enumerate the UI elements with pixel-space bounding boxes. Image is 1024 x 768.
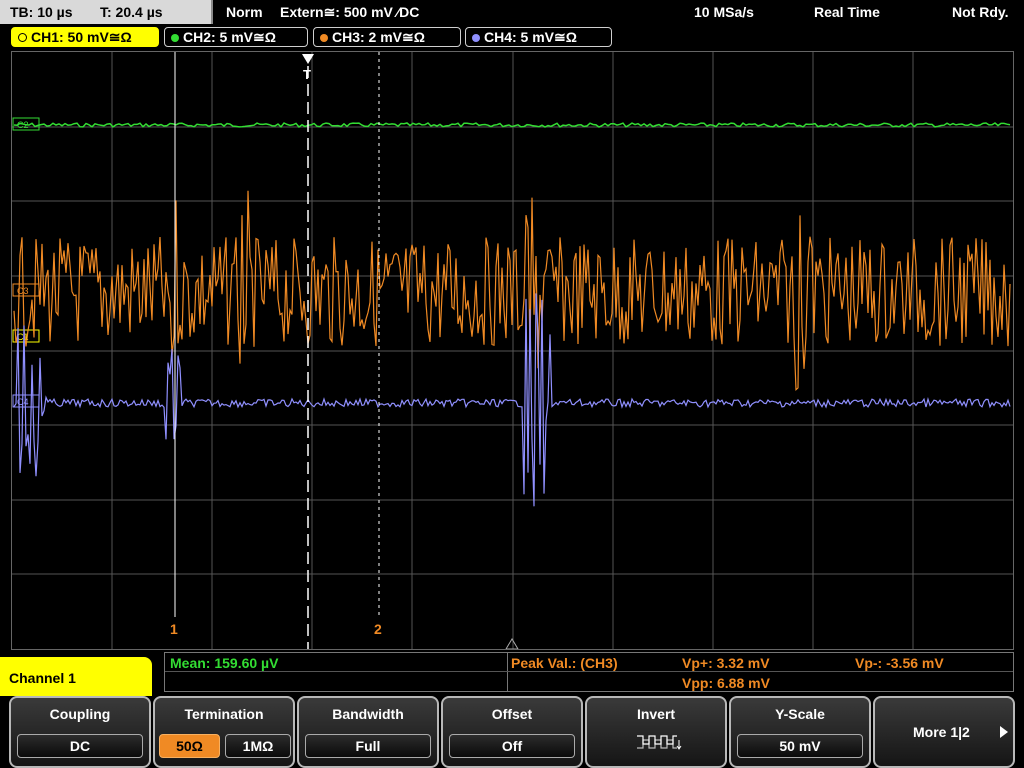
y-scale-softkey[interactable]: Y-Scale 50 mV xyxy=(729,696,871,768)
tab-channel-2[interactable]: CH2: 5 mV≅Ω xyxy=(164,27,308,47)
ch2-dot-icon xyxy=(171,34,179,42)
vp-plus-measurement: Vp+: 3.32 mV xyxy=(682,655,770,671)
bandwidth-softkey[interactable]: Bandwidth Full xyxy=(297,696,439,768)
vpp-measurement: Vpp: 6.88 mV xyxy=(682,675,770,691)
ch3-trace xyxy=(13,190,1011,392)
trigger-time-value: T: 20.4 µs xyxy=(100,4,163,20)
more-arrow-icon xyxy=(1000,726,1008,738)
cursor-1-label: 1 xyxy=(170,621,178,637)
more-title: More 1|2 xyxy=(913,724,970,740)
offset-title: Offset xyxy=(491,706,533,722)
tab-channel-4[interactable]: CH4: 5 mV≅Ω xyxy=(465,27,612,47)
acquisition-mode: Real Time xyxy=(814,4,880,20)
trigger-marker-label: T xyxy=(303,67,311,82)
bandwidth-title: Bandwidth xyxy=(332,706,404,722)
coupling-title: Coupling xyxy=(49,706,111,722)
bandwidth-value[interactable]: Full xyxy=(305,734,431,758)
graticule xyxy=(12,52,1013,649)
ch4-marker: C4 xyxy=(12,394,40,408)
tab-channel-3[interactable]: CH3: 2 mV≅Ω xyxy=(313,27,461,47)
vp-minus-measurement: Vp-: -3.56 mV xyxy=(855,655,944,671)
termination-50ohm-option[interactable]: 50Ω xyxy=(159,734,220,758)
sample-rate: 10 MSa/s xyxy=(694,4,754,20)
ch4-trace xyxy=(13,293,1011,507)
y-scale-title: Y-Scale xyxy=(775,706,825,722)
ch1-tab-label: CH1: 50 mV≅Ω xyxy=(31,29,132,45)
horizontal-center-icon xyxy=(505,638,519,649)
ch1-dot-icon xyxy=(18,33,27,42)
offset-value[interactable]: Off xyxy=(449,734,575,758)
coupling-value[interactable]: DC xyxy=(17,734,143,758)
ch2-trace xyxy=(13,122,1011,129)
termination-1mohm-option[interactable]: 1MΩ xyxy=(225,734,291,758)
ch4-tab-label: CH4: 5 mV≅Ω xyxy=(484,29,577,45)
tab-channel-1[interactable]: CH1: 50 mV≅Ω xyxy=(11,27,159,47)
ch3-tab-label: CH3: 2 mV≅Ω xyxy=(332,29,425,45)
cursor-2-label: 2 xyxy=(374,621,382,637)
waveform-svg: C1 C2 C3 C4 1 2 T xyxy=(12,52,1013,649)
ch3-dot-icon xyxy=(320,34,328,42)
softkey-bar: Coupling DC Termination 50Ω 1MΩ Bandwidt… xyxy=(0,696,1024,768)
coupling-softkey[interactable]: Coupling DC xyxy=(9,696,151,768)
trigger-mode[interactable]: Norm xyxy=(226,0,263,24)
termination-title: Termination xyxy=(184,706,264,722)
invert-waveform-icon xyxy=(637,735,682,750)
invert-title: Invert xyxy=(636,706,676,722)
termination-softkey[interactable]: Termination 50Ω 1MΩ xyxy=(153,696,295,768)
trigger-source[interactable]: Extern≅: 500 mV ⁄DC xyxy=(280,0,419,24)
status-bar: TB: 10 µs T: 20.4 µs Norm Extern≅: 500 m… xyxy=(0,0,1024,24)
waveform-display[interactable]: C1 C2 C3 C4 1 2 T xyxy=(11,51,1014,650)
menu-channel-title: Channel 1 xyxy=(0,657,152,699)
mean-measurement: Mean: 159.60 µV xyxy=(170,655,279,671)
more-softkey[interactable]: More 1|2 xyxy=(873,696,1015,768)
peak-measurement-label: Peak Val.: (CH3) xyxy=(511,655,618,671)
ch4-dot-icon xyxy=(472,34,480,42)
y-scale-value[interactable]: 50 mV xyxy=(737,734,863,758)
offset-softkey[interactable]: Offset Off xyxy=(441,696,583,768)
ch2-marker: C2 xyxy=(12,117,40,131)
ch2-tab-label: CH2: 5 mV≅Ω xyxy=(183,29,276,45)
invert-softkey[interactable]: Invert xyxy=(585,696,727,768)
timebase-box[interactable]: TB: 10 µs T: 20.4 µs xyxy=(0,0,213,24)
timebase-value: TB: 10 µs xyxy=(10,4,73,20)
trigger-state: Not Rdy. xyxy=(952,4,1009,20)
